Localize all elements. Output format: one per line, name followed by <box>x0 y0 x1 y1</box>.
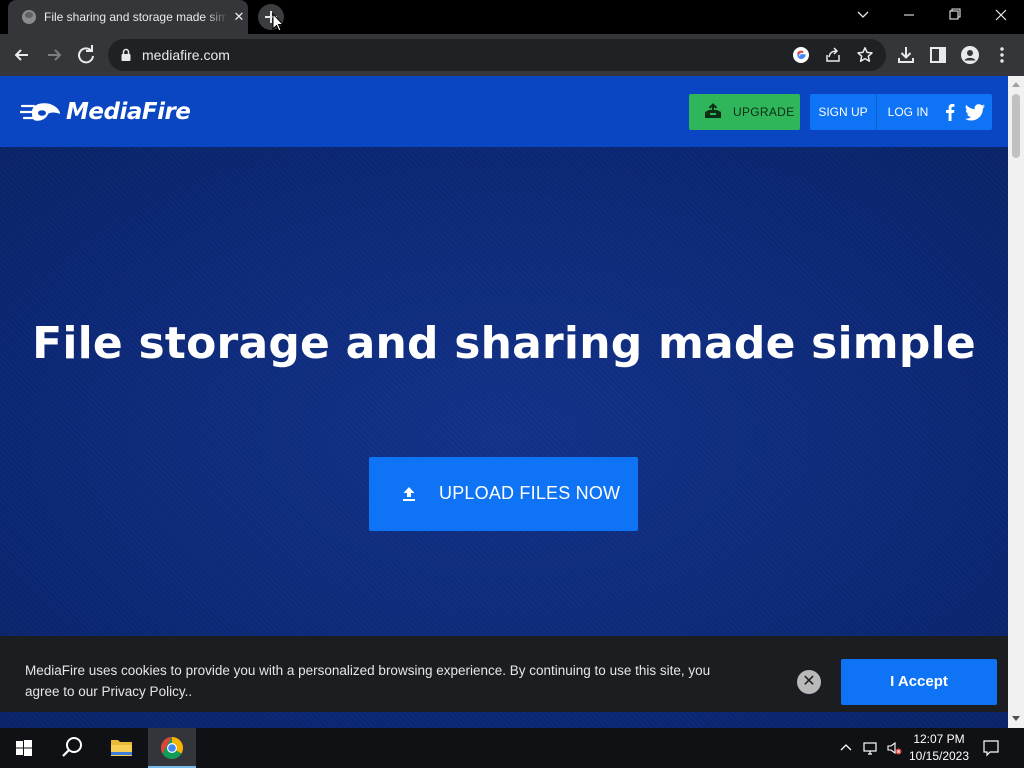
start-button[interactable] <box>0 728 48 768</box>
site-header: MediaFire UPGRADE SIGN UP LOG IN <box>0 76 1008 147</box>
tab-close-icon[interactable]: ✕ <box>231 9 247 25</box>
upgrade-box-icon <box>705 103 721 118</box>
chrome-icon <box>161 737 183 759</box>
address-bar[interactable]: mediafire.com <box>108 39 886 71</box>
taskbar-file-explorer[interactable] <box>98 728 146 768</box>
tray-chevron-up-icon[interactable] <box>838 740 854 756</box>
cookie-message: MediaFire uses cookies to provide you wi… <box>25 663 711 699</box>
notification-center-icon[interactable] <box>982 739 1000 757</box>
tab-search-button[interactable] <box>840 0 886 30</box>
cookie-accept-button[interactable]: I Accept <box>841 659 997 705</box>
scroll-up-arrow-icon[interactable] <box>1012 82 1020 87</box>
tab-title-fade <box>206 6 228 28</box>
tab-title: File sharing and storage made simple <box>44 10 226 24</box>
close-icon <box>995 9 1007 21</box>
side-panel-icon[interactable] <box>928 45 948 65</box>
lock-icon <box>121 48 131 61</box>
bookmark-star-icon[interactable] <box>856 46 874 64</box>
clock-date: 10/15/2023 <box>908 749 970 763</box>
globe-icon <box>22 10 36 24</box>
kebab-menu-icon[interactable] <box>992 45 1012 65</box>
clock-time: 12:07 PM <box>913 732 965 746</box>
taskbar-clock[interactable]: 12:07 PM 10/15/2023 <box>900 731 978 765</box>
window-restore-button[interactable] <box>932 0 978 30</box>
screen: File sharing and storage made simple ✕ m… <box>0 0 1024 768</box>
arrow-left-icon <box>14 49 28 61</box>
minimize-icon <box>904 14 914 16</box>
logo-wordmark: MediaFire <box>66 99 191 125</box>
taskbar-search-button[interactable] <box>48 728 96 768</box>
reload-icon <box>78 45 94 64</box>
taskbar-chrome[interactable] <box>148 728 196 768</box>
windows-taskbar: 12:07 PM 10/15/2023 <box>0 728 1024 768</box>
page-viewport: MediaFire UPGRADE SIGN UP LOG IN File st… <box>0 76 1008 728</box>
arrow-right-icon <box>48 49 62 61</box>
chevron-down-icon <box>857 11 869 18</box>
upload-label: UPLOAD FILES NOW <box>439 483 621 503</box>
browser-tab-active[interactable]: File sharing and storage made simple ✕ <box>8 0 248 34</box>
cookie-dismiss-button[interactable]: ✕ <box>797 670 821 694</box>
facebook-icon[interactable] <box>940 102 960 122</box>
account-button-group: SIGN UP LOG IN <box>810 94 992 130</box>
folder-icon <box>111 740 132 756</box>
twitter-icon[interactable] <box>964 102 986 122</box>
sign-up-button[interactable]: SIGN UP <box>810 94 877 130</box>
mediafire-flame-icon <box>20 103 60 121</box>
reload-button[interactable] <box>72 41 100 69</box>
log-in-button[interactable]: LOG IN <box>877 94 939 130</box>
page-scrollbar[interactable] <box>1008 76 1024 728</box>
window-minimize-button[interactable] <box>886 0 932 30</box>
forward-button[interactable] <box>40 41 68 69</box>
url-text[interactable]: mediafire.com <box>142 47 230 63</box>
google-lens-icon[interactable] <box>792 46 810 64</box>
windows-logo-icon <box>16 740 32 756</box>
restore-icon <box>949 8 961 20</box>
search-icon <box>62 737 82 757</box>
browser-toolbar: mediafire.com <box>0 34 1024 76</box>
network-icon[interactable] <box>862 740 878 756</box>
scroll-thumb[interactable] <box>1012 94 1020 158</box>
mediafire-logo[interactable]: MediaFire <box>20 96 191 128</box>
upload-files-button[interactable]: UPLOAD FILES NOW <box>369 457 638 531</box>
upload-arrow-icon <box>403 487 415 501</box>
upgrade-button[interactable]: UPGRADE <box>689 94 800 130</box>
browser-titlebar: File sharing and storage made simple ✕ <box>0 0 1024 34</box>
mouse-cursor-icon <box>272 13 284 32</box>
upgrade-label: UPGRADE <box>733 105 795 119</box>
back-button[interactable] <box>8 41 36 69</box>
window-close-button[interactable] <box>978 0 1024 30</box>
download-icon[interactable] <box>896 45 916 65</box>
share-icon[interactable] <box>824 46 842 64</box>
profile-avatar-icon[interactable] <box>960 45 980 65</box>
hero-title: File storage and sharing made simple <box>32 318 976 369</box>
scroll-down-arrow-icon[interactable] <box>1012 716 1020 721</box>
